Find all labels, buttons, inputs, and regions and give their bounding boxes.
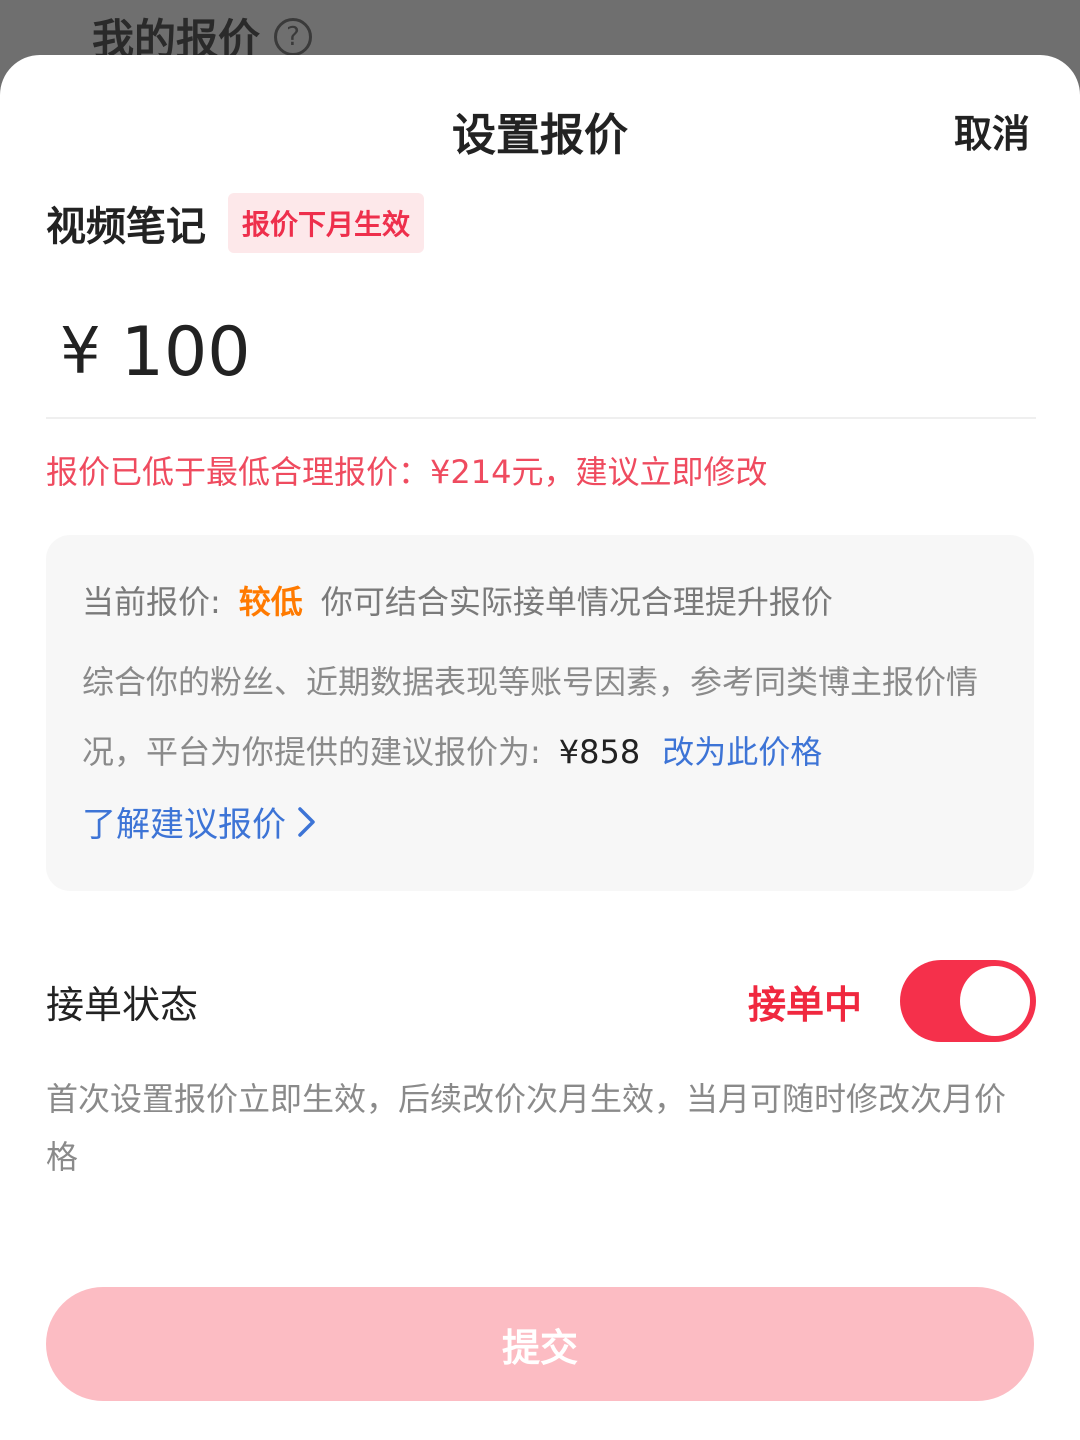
order-status-row: 接单状态 接单中 <box>46 960 1036 1042</box>
low-price-warning: 报价已低于最低合理报价：¥214元，建议立即修改 <box>46 453 768 491</box>
learn-link-label: 了解建议报价 <box>82 805 286 845</box>
set-price-sheet: 设置报价 取消 视频笔记 报价下月生效 ¥ 报价已低于最低合理报价：¥214元，… <box>0 55 1080 1440</box>
price-input-row[interactable]: ¥ <box>60 307 821 397</box>
sheet-title: 设置报价 <box>452 110 628 161</box>
order-status-toggle[interactable] <box>900 960 1036 1042</box>
suggestion-box: 当前报价: 较低 你可结合实际接单情况合理提升报价 综合你的粉丝、近期数据表现等… <box>46 535 1034 891</box>
apply-suggested-price-link[interactable]: 改为此价格 <box>662 733 822 771</box>
cancel-button[interactable]: 取消 <box>954 103 1030 158</box>
price-input[interactable] <box>120 312 821 392</box>
order-status-value: 接单中 <box>747 982 862 1027</box>
toggle-knob <box>960 966 1030 1036</box>
suggestion-text: 综合你的粉丝、近期数据表现等账号因素，参考同类博主报价情况，平台为你提供的建议报… <box>82 663 979 771</box>
chevron-right-icon <box>298 806 315 837</box>
suggestion-description: 综合你的粉丝、近期数据表现等账号因素，参考同类博主报价情况，平台为你提供的建议报… <box>82 647 992 787</box>
price-divider <box>46 417 1036 419</box>
price-rule-note: 首次设置报价立即生效，后续改价次月生效，当月可随时修改次月价格 <box>46 1080 1007 1176</box>
learn-suggested-price-link[interactable]: 了解建议报价 <box>82 797 318 846</box>
current-price-hint: 你可结合实际接单情况合理提升报价 <box>320 583 833 621</box>
submit-button[interactable]: 提交 <box>46 1287 1034 1401</box>
effective-badge: 报价下月生效 <box>228 193 425 253</box>
price-level-badge: 较低 <box>238 583 303 621</box>
currency-symbol: ¥ <box>60 315 101 389</box>
suggested-price: ¥858 <box>558 733 641 771</box>
note-type-label: 视频笔记 <box>46 204 206 250</box>
note-type-row: 视频笔记 报价下月生效 <box>46 193 425 253</box>
order-status-label: 接单状态 <box>46 982 199 1027</box>
current-price-level: 当前报价: 较低 你可结合实际接单情况合理提升报价 <box>82 577 833 623</box>
help-icon[interactable]: ? <box>274 17 313 56</box>
current-price-label: 当前报价: <box>82 583 221 621</box>
